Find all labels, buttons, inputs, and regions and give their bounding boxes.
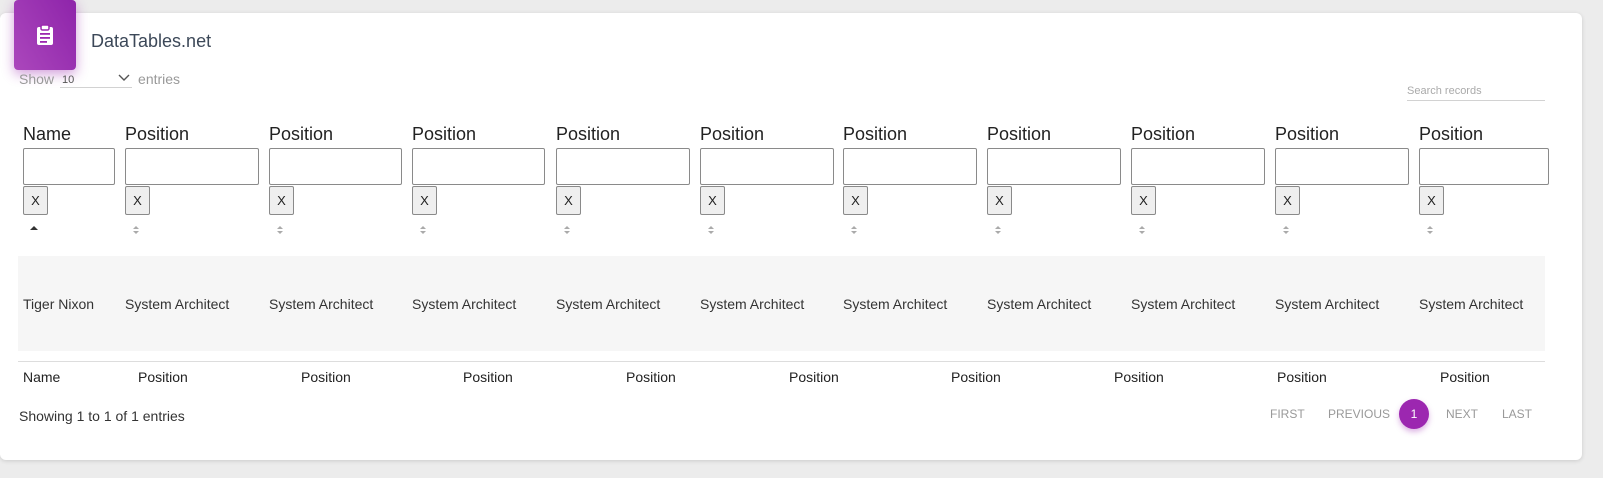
sort-icon[interactable] [993,224,1003,236]
clear-filter-button[interactable]: X [987,186,1012,215]
search-input[interactable]: Search records [1407,80,1545,101]
sort-ascending-icon[interactable] [29,224,39,236]
table-cell: System Architect [1131,296,1236,312]
column-header[interactable]: Position [125,124,189,145]
show-label: Show [19,71,55,87]
column-filter-input[interactable] [700,148,834,185]
entries-select-value: 10 [62,74,75,86]
column-footer: Name [23,369,61,385]
column-filter-input[interactable] [1131,148,1265,185]
column-header[interactable]: Position [843,124,907,145]
clear-filter-button[interactable]: X [1131,186,1156,215]
clear-filter-button[interactable]: X [269,186,294,215]
table-cell: System Architect [987,296,1092,312]
column-header[interactable]: Position [1131,124,1195,145]
clear-filter-button[interactable]: X [23,186,48,215]
column-footer: Position [1440,369,1490,385]
table-cell: Tiger Nixon [23,296,95,312]
clear-filter-button[interactable]: X [125,186,150,215]
column-footer: Position [1114,369,1164,385]
sort-icon[interactable] [562,224,572,236]
first-page-button[interactable]: FIRST [1270,407,1305,421]
table-cell: System Architect [125,296,230,312]
column-header[interactable]: Position [556,124,620,145]
column-footer: Position [626,369,676,385]
table-cell: System Architect [1275,296,1380,312]
search-placeholder: Search records [1407,85,1482,97]
column-footer: Position [301,369,351,385]
column-footer: Position [951,369,1001,385]
column-footer: Position [138,369,188,385]
column-filter-input[interactable] [412,148,545,185]
column-footer: Position [789,369,839,385]
table-footer-divider [18,361,1545,362]
table-cell: System Architect [269,296,374,312]
next-page-button[interactable]: NEXT [1446,407,1478,421]
clear-filter-button[interactable]: X [1275,186,1300,215]
column-filter-input[interactable] [556,148,690,185]
column-header[interactable]: Position [700,124,764,145]
column-filter-input[interactable] [269,148,402,185]
sort-icon[interactable] [275,224,285,236]
column-header[interactable]: Position [269,124,333,145]
column-filter-input[interactable] [987,148,1121,185]
last-page-button[interactable]: LAST [1502,407,1532,421]
clear-filter-button[interactable]: X [412,186,437,215]
sort-icon[interactable] [1425,224,1435,236]
sort-icon[interactable] [706,224,716,236]
column-footer: Position [463,369,513,385]
sort-icon[interactable] [1281,224,1291,236]
column-filter-input[interactable] [1275,148,1409,185]
clear-filter-button[interactable]: X [556,186,581,215]
sort-icon[interactable] [849,224,859,236]
column-header[interactable]: Position [1275,124,1339,145]
column-header[interactable]: Position [987,124,1051,145]
column-header[interactable]: Position [412,124,476,145]
column-header[interactable]: Name [23,124,71,145]
column-footer: Position [1277,369,1327,385]
table-cell: System Architect [1419,296,1524,312]
clipboard-icon [14,0,76,70]
clear-filter-button[interactable]: X [1419,186,1444,215]
sort-icon[interactable] [418,224,428,236]
column-filter-input[interactable] [1419,148,1549,185]
previous-page-button[interactable]: PREVIOUS [1328,407,1390,421]
column-filter-input[interactable] [125,148,259,185]
card-title: DataTables.net [91,31,212,51]
table-info: Showing 1 to 1 of 1 entries [19,408,185,424]
table-cell: System Architect [556,296,661,312]
table-cell: System Architect [412,296,517,312]
chevron-down-icon [118,74,130,81]
sort-icon[interactable] [131,224,141,236]
length-control: Show 10 entries [19,70,180,88]
sort-icon[interactable] [1137,224,1147,236]
entries-label: entries [138,71,181,87]
datatable-card: DataTables.net [0,0,1582,460]
column-header[interactable]: Position [1419,124,1483,145]
page-1-button[interactable]: 1 [1399,399,1429,429]
column-filter-input[interactable] [843,148,977,185]
entries-select[interactable]: 10 [60,70,133,88]
clear-filter-button[interactable]: X [700,186,725,215]
clear-filter-button[interactable]: X [843,186,868,215]
table-cell: System Architect [843,296,948,312]
column-filter-input[interactable] [23,148,115,185]
table-cell: System Architect [700,296,805,312]
